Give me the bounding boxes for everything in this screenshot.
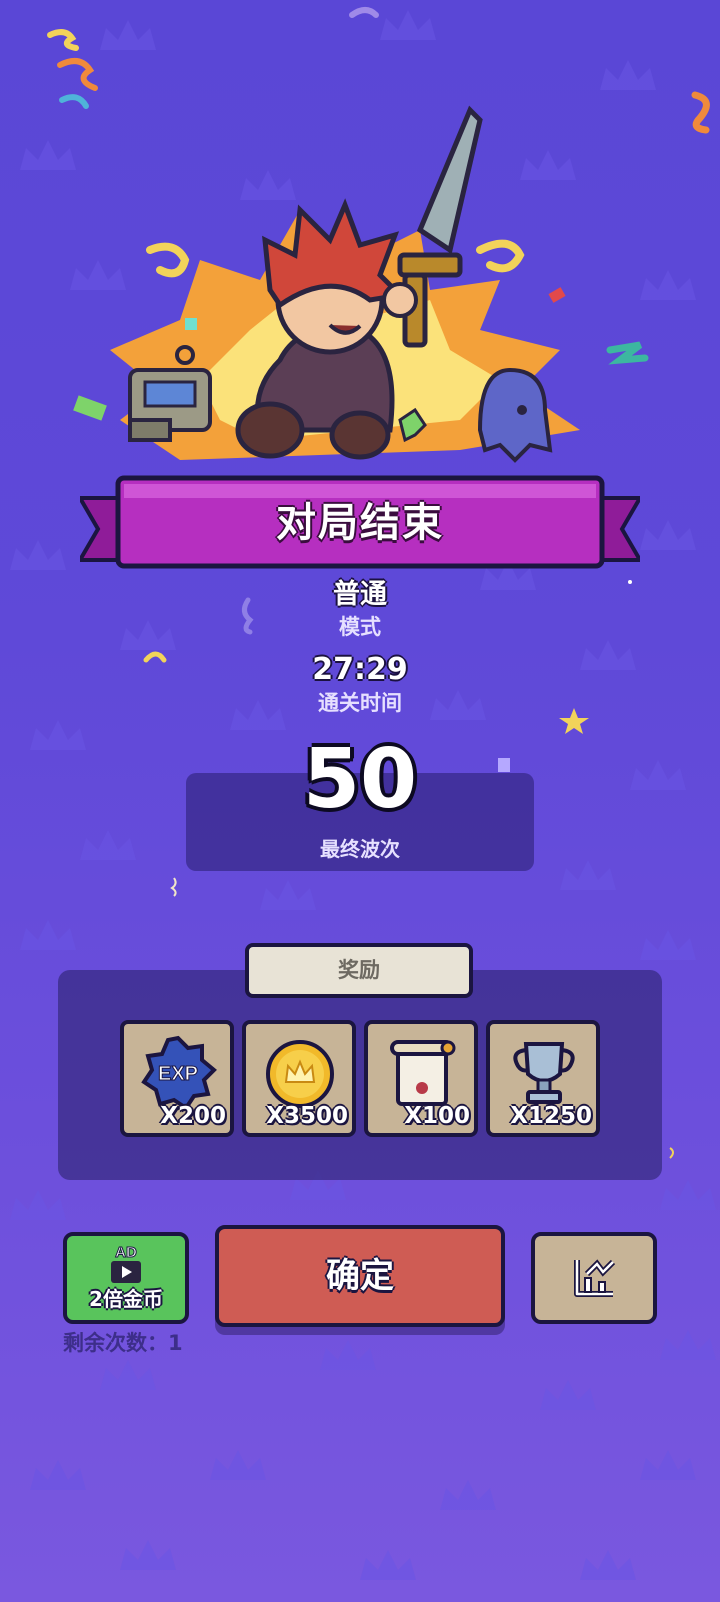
sword-blade xyxy=(416,105,483,255)
final-wave-value: 50 xyxy=(302,732,418,827)
mode-label: 模式 xyxy=(339,615,381,639)
reward-item-gold[interactable]: X3500 xyxy=(242,1020,356,1137)
reward-item-trophy[interactable]: X1250 xyxy=(486,1020,600,1137)
exp-badge-text: EXP xyxy=(158,1063,198,1085)
game-over-title: 对局结束 xyxy=(276,500,444,546)
trophy-icon xyxy=(513,1042,575,1104)
confirm-button[interactable]: 确定 xyxy=(215,1225,505,1327)
ad-badge-text: AD xyxy=(115,1244,137,1261)
hero-illustration xyxy=(73,105,649,463)
final-wave-label: 最终波次 xyxy=(320,837,400,861)
remaining-count: 剩余次数：1 xyxy=(63,1331,183,1355)
reward-qty: X100 xyxy=(404,1103,470,1129)
scroll-icon xyxy=(390,1040,456,1106)
double-gold-ad-button[interactable]: AD 2倍金币 xyxy=(63,1232,189,1324)
ad-button-label: 2倍金币 xyxy=(89,1287,163,1311)
stats-button[interactable] xyxy=(531,1232,657,1324)
reward-qty: X1250 xyxy=(510,1103,592,1129)
exp-badge-icon: EXP xyxy=(141,1035,217,1111)
gold-coin-icon xyxy=(266,1040,334,1108)
ad-video-icon: AD xyxy=(111,1244,141,1283)
reward-qty: X3500 xyxy=(266,1103,348,1129)
reward-item-scroll[interactable]: X100 xyxy=(364,1020,478,1137)
ghost-icon xyxy=(477,367,553,463)
stats-chart-icon xyxy=(574,1259,616,1297)
reward-qty: X200 xyxy=(160,1103,226,1129)
mode-value: 普通 xyxy=(333,579,387,610)
clear-time-value: 27:29 xyxy=(312,652,408,687)
rewards-tab: 奖励 xyxy=(245,943,473,998)
clear-time-label: 通关时间 xyxy=(318,691,402,715)
reward-item-exp[interactable]: EXP X200 xyxy=(120,1020,234,1137)
clear-time-stat: 27:29 通关时间 xyxy=(0,652,720,717)
mode-stat: 普通 模式 xyxy=(0,572,720,641)
